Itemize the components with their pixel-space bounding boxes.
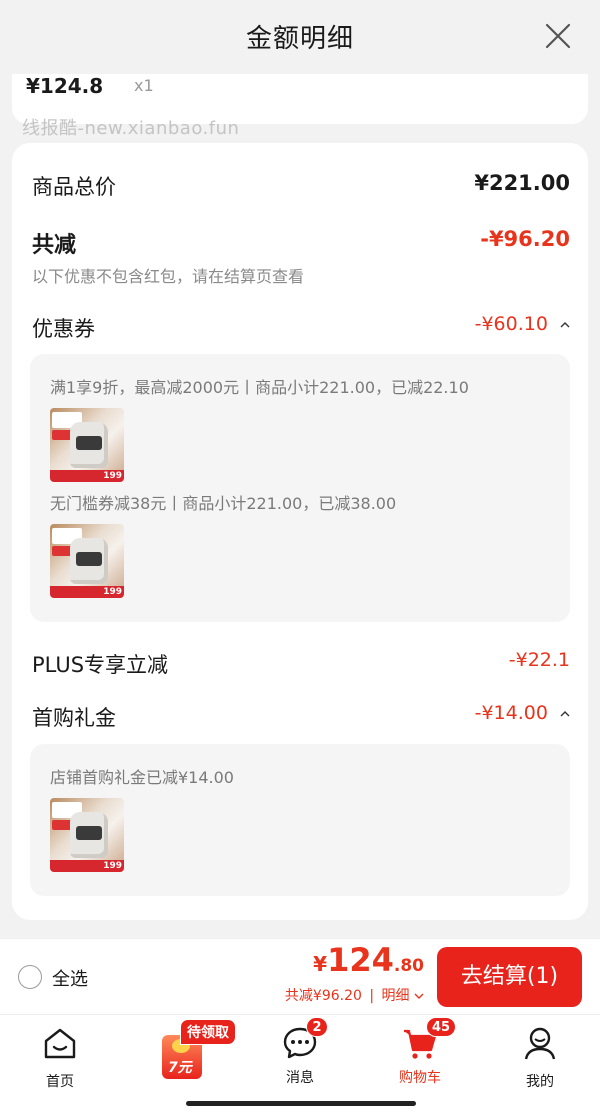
- separator: |: [369, 988, 375, 1004]
- first-buy-details: 店铺首购礼金已减¥14.00 199: [30, 744, 570, 896]
- thumb-price-badge: 199: [103, 587, 122, 597]
- product-thumbnail: 199: [50, 524, 124, 598]
- messages-badge: 2: [306, 1017, 328, 1037]
- detail-label: 明细: [381, 988, 410, 1004]
- tab-messages-label: 消息: [286, 1070, 314, 1086]
- coupon-details: 满1享9折，最高减2000元丨商品小计221.00，已减22.10 199 无门…: [30, 354, 570, 622]
- page-title: 金额明细: [245, 24, 354, 54]
- thumb-price-badge: 199: [103, 861, 122, 871]
- home-indicator: [186, 1101, 416, 1106]
- tab-messages[interactable]: 2 消息: [260, 1017, 340, 1087]
- watermark: 线报酷-new.xianbao.fun: [22, 118, 240, 139]
- tab-cart-label: 购物车: [399, 1070, 441, 1086]
- first-buy-value: -¥14.00: [474, 702, 548, 724]
- header: 金额明细: [0, 0, 600, 74]
- coupon-value: -¥60.10: [474, 313, 548, 335]
- product-thumbnail: 199: [50, 798, 124, 872]
- thumb-price-badge: 199: [103, 471, 122, 481]
- promo-amount: 7元: [168, 1060, 192, 1076]
- saved-detail-toggle[interactable]: 共减¥96.20 | 明细: [285, 985, 424, 1005]
- plus-discount-label: PLUS专享立减: [32, 653, 169, 677]
- tab-mine[interactable]: 我的: [500, 1025, 580, 1091]
- item-price: ¥124.8: [26, 74, 104, 98]
- item-quantity: x1: [134, 76, 154, 95]
- product-thumbnail: 199: [50, 408, 124, 482]
- goods-total-label: 商品总价: [32, 175, 116, 199]
- total-discount-value: -¥96.20: [480, 227, 570, 251]
- total-currency: ¥: [313, 952, 328, 976]
- promo-badge: 待领取: [180, 1019, 236, 1045]
- chevron-up-icon[interactable]: [560, 320, 570, 330]
- discount-note: 以下优惠不包含红包，请在结算页查看: [32, 267, 305, 286]
- tab-home[interactable]: 首页: [20, 1025, 100, 1091]
- price-detail-card: 商品总价 ¥221.00 共减 -¥96.20 以下优惠不包含红包，请在结算页查…: [12, 143, 588, 920]
- tab-cart[interactable]: 45 购物车: [380, 1017, 460, 1087]
- coupon-line-2: 无门槛券减38元丨商品小计221.00，已减38.00: [50, 494, 397, 513]
- saved-amount: 共减¥96.20: [284, 988, 362, 1004]
- tab-home-label: 首页: [46, 1074, 74, 1090]
- coupon-label: 优惠券: [32, 317, 95, 341]
- total-price: ¥124.80: [313, 941, 424, 979]
- first-buy-label: 首购礼金: [32, 706, 116, 730]
- total-discount-label: 共减: [32, 233, 77, 258]
- goods-total-value: ¥221.00: [474, 171, 570, 195]
- select-all-radio[interactable]: [18, 965, 42, 989]
- tab-mine-label: 我的: [526, 1074, 554, 1090]
- home-icon: [44, 1028, 76, 1059]
- total-decimal: .80: [393, 956, 424, 976]
- select-all-label[interactable]: 全选: [52, 965, 88, 991]
- checkout-bar: 全选 ¥124.80 共减¥96.20 | 明细 去结算(1): [0, 938, 600, 1014]
- user-icon: [524, 1027, 556, 1060]
- cart-badge: 45: [426, 1017, 457, 1037]
- chevron-up-icon[interactable]: [560, 709, 570, 719]
- bottom-tab-bar: 首页 7元 待领取 2 消息 45 购物车 我的: [0, 1014, 600, 1116]
- checkout-button[interactable]: 去结算(1): [437, 947, 582, 1007]
- total-integer: 124: [327, 941, 394, 979]
- coupon-line-1: 满1享9折，最高减2000元丨商品小计221.00，已减22.10: [50, 378, 469, 397]
- close-icon[interactable]: [542, 20, 574, 52]
- chevron-down-icon: [414, 993, 424, 999]
- plus-discount-value: -¥22.1: [508, 649, 570, 671]
- first-buy-line: 店铺首购礼金已减¥14.00: [50, 768, 234, 787]
